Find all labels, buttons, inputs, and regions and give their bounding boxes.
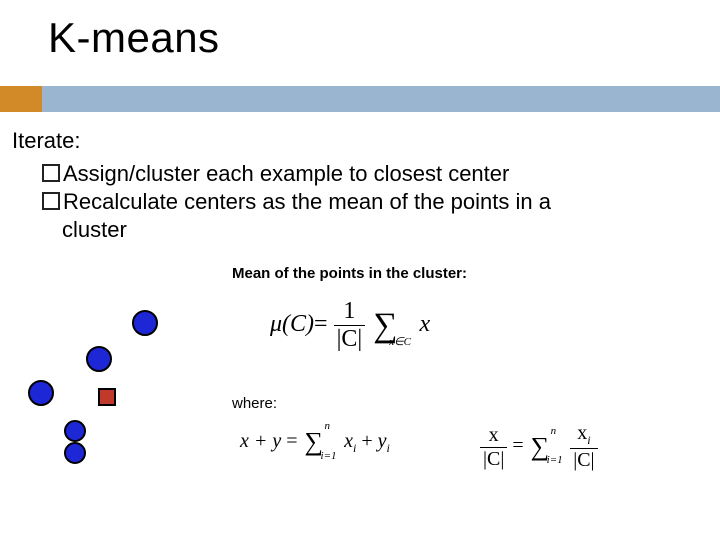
bullet-2: Recalculate centers as the mean of the p… <box>42 188 708 216</box>
bullet-1: Assign/cluster each example to closest c… <box>42 160 708 188</box>
cluster-diagram <box>20 302 190 472</box>
avg-rhs-den: |C| <box>570 449 597 472</box>
slide-title: K-means <box>48 14 220 62</box>
vs-sup: n <box>325 423 331 431</box>
vs-sub: i=1 <box>321 453 337 461</box>
equals: = <box>281 430 302 452</box>
mean-caption: Mean of the points in the cluster: <box>232 265 467 282</box>
vs-yb-sub: i <box>386 441 389 455</box>
equals: = <box>314 311 328 337</box>
bullet-list: Assign/cluster each example to closest c… <box>42 160 708 244</box>
data-point-dot <box>64 442 86 464</box>
avg-sup: n <box>551 428 557 436</box>
mu-frac: 1 |C| <box>334 298 366 353</box>
avg-lhs-den: |C| <box>480 448 507 471</box>
bullet-2-rest: centers as the mean of the points in a <box>178 189 551 214</box>
avg-sub: i=1 <box>547 457 563 465</box>
mu-frac-den: |C| <box>334 326 366 353</box>
bullet-1-lead: Assign/cluster <box>63 161 200 186</box>
bullet-2-line2: cluster <box>62 216 708 244</box>
equals: = <box>512 435 528 457</box>
checkbox-icon <box>42 192 60 210</box>
sigma-icon: ∑x∈C <box>373 314 397 338</box>
vs-xa-sub: i <box>353 441 356 455</box>
avg-rhs-x: x <box>577 422 587 444</box>
vs-xa: x <box>344 430 353 452</box>
formula-vecsum: x + y = ∑ni=1 xi + yi <box>240 430 430 476</box>
formula-avg: x |C| = ∑ni=1 xi |C| <box>480 422 650 478</box>
data-point-dot <box>132 310 158 336</box>
mu-sum-body: x <box>419 311 430 337</box>
iterate-label: Iterate: <box>12 128 708 154</box>
data-point-dot <box>64 420 86 442</box>
data-point-dot <box>86 346 112 372</box>
accent-bar <box>0 86 720 112</box>
sigma-icon: ∑ni=1 <box>531 438 550 456</box>
avg-lhs-num: x <box>480 424 507 448</box>
bullet-1-rest: each example to closest center <box>200 161 509 186</box>
avg-rhs-num: xi <box>570 422 597 449</box>
data-point-dot <box>28 380 54 406</box>
mu-sum-sub: x∈C <box>389 339 411 347</box>
mu-lhs: μ(C) <box>270 311 314 337</box>
mu-frac-num: 1 <box>334 298 366 326</box>
slide: K-means Iterate: Assign/cluster each exa… <box>0 0 720 540</box>
formula-mean: μ(C)= 1 |C| ∑x∈C x <box>270 298 480 358</box>
vs-plus: + <box>361 430 377 452</box>
accent-left-block <box>0 86 42 112</box>
body: Iterate: Assign/cluster each example to … <box>12 128 708 244</box>
avg-rhs-xsub: i <box>587 433 590 447</box>
centroid-square <box>98 388 116 406</box>
where-label: where: <box>232 395 277 412</box>
checkbox-icon <box>42 164 60 182</box>
sigma-icon: ∑ni=1 <box>305 433 324 451</box>
avg-rhs-frac: xi |C| <box>570 422 597 472</box>
bullet-2-lead: Recalculate <box>63 189 178 214</box>
vs-lhs: x + y <box>240 430 281 452</box>
avg-lhs-frac: x |C| <box>480 424 507 471</box>
